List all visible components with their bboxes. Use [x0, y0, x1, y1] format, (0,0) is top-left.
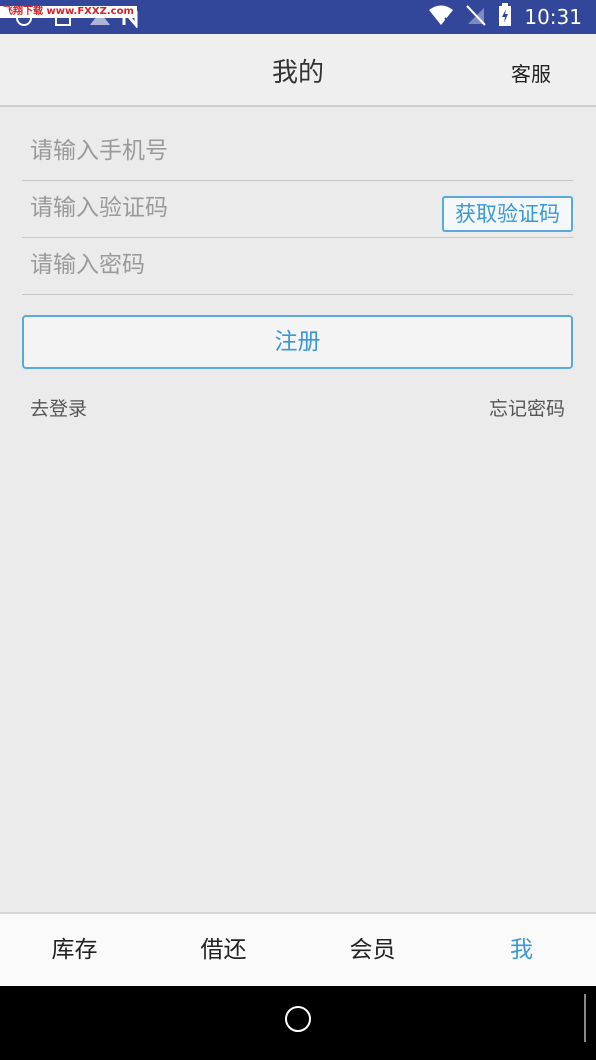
home-icon[interactable]: [285, 1006, 311, 1032]
code-field[interactable]: 获取验证码: [22, 181, 573, 238]
system-nav-bar: [0, 986, 596, 1060]
status-time: 10:31: [524, 5, 582, 29]
status-bar: 飞翔下载 www.FXXZ.com 10:31: [0, 0, 596, 34]
wifi-icon: [428, 4, 454, 30]
nav-edge-divider: [584, 994, 586, 1042]
battery-charging-icon: [498, 3, 512, 31]
tab-borrow-return[interactable]: 借还: [149, 914, 298, 988]
no-sim-icon: [466, 4, 487, 30]
password-input[interactable]: [30, 238, 430, 292]
status-right: 10:31: [428, 3, 582, 31]
phone-field[interactable]: [22, 124, 573, 181]
go-login-link[interactable]: 去登录: [30, 394, 87, 421]
bottom-tab-bar: 库存 借还 会员 我: [0, 912, 596, 988]
tab-me[interactable]: 我: [447, 914, 596, 988]
verification-code-input[interactable]: [30, 181, 410, 235]
forgot-password-link[interactable]: 忘记密码: [489, 394, 565, 421]
title-bar: 我的 客服: [0, 34, 596, 107]
phone-input[interactable]: [30, 124, 430, 178]
get-code-button[interactable]: 获取验证码: [442, 196, 573, 232]
tab-inventory[interactable]: 库存: [0, 914, 149, 988]
password-field[interactable]: [22, 238, 573, 295]
tab-members[interactable]: 会员: [298, 914, 447, 988]
page-title: 我的: [271, 58, 324, 88]
watermark-label: 飞翔下载 www.FXXZ.com: [0, 6, 137, 18]
register-button[interactable]: 注册: [22, 315, 573, 369]
customer-service-button[interactable]: 客服: [511, 58, 551, 87]
